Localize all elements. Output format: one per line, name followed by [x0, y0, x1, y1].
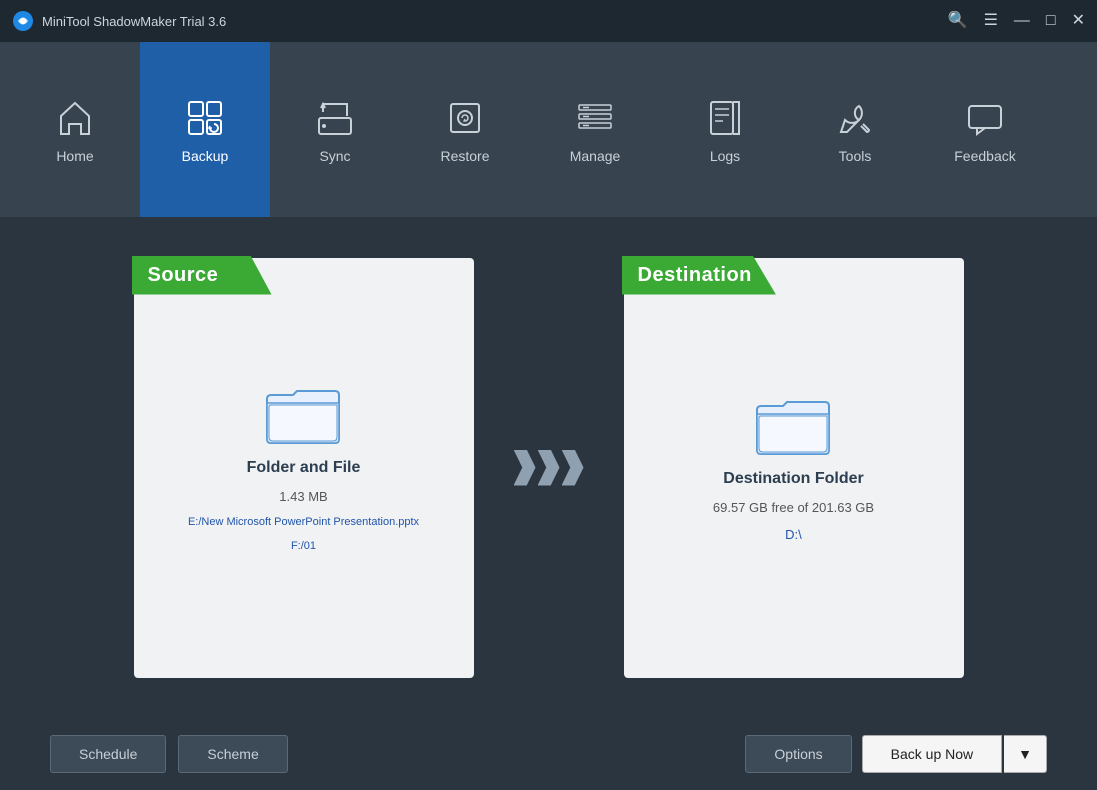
nav-label-sync: Sync — [319, 148, 350, 164]
source-path2: F:/01 — [291, 540, 316, 552]
backup-dropdown-button[interactable]: ▼ — [1004, 735, 1047, 773]
source-title: Folder and File — [247, 459, 361, 477]
title-bar: MiniTool ShadowMaker Trial 3.6 🔍 ☰ — □ ✕ — [0, 0, 1097, 42]
backup-now-button[interactable]: Back up Now — [862, 735, 1002, 773]
forward-arrow — [514, 450, 584, 486]
source-body: Folder and File 1.43 MB E:/New Microsoft… — [168, 363, 439, 572]
options-button[interactable]: Options — [745, 735, 851, 773]
destination-header: Destination — [622, 256, 776, 295]
source-folder-icon — [263, 383, 343, 447]
nav-item-backup[interactable]: Backup — [140, 42, 270, 217]
nav-item-sync[interactable]: Sync — [270, 42, 400, 217]
restore-icon — [443, 96, 487, 140]
nav-item-feedback[interactable]: Feedback — [920, 42, 1050, 217]
title-bar-left: MiniTool ShadowMaker Trial 3.6 — [12, 10, 226, 32]
nav-item-tools[interactable]: Tools — [790, 42, 920, 217]
source-path1: E:/New Microsoft PowerPoint Presentation… — [188, 516, 419, 528]
backup-icon — [183, 96, 227, 140]
destination-folder-icon — [753, 394, 833, 458]
maximize-button[interactable]: □ — [1046, 13, 1056, 29]
source-size: 1.43 MB — [279, 489, 327, 504]
nav-label-tools: Tools — [839, 148, 872, 164]
bottom-bar: Schedule Scheme Options Back up Now ▼ — [0, 718, 1097, 790]
logs-icon — [703, 96, 747, 140]
scheme-button[interactable]: Scheme — [178, 735, 287, 773]
backup-area: Source Folder and File 1.43 MB E:/New Mi… — [50, 237, 1047, 698]
nav-item-home[interactable]: Home — [10, 42, 140, 217]
bottom-right: Options Back up Now ▼ — [745, 735, 1047, 773]
destination-card[interactable]: Destination Destination Folder 69.57 GB … — [624, 258, 964, 678]
dropdown-arrow-icon: ▼ — [1018, 746, 1032, 762]
home-icon — [53, 96, 97, 140]
destination-title: Destination Folder — [723, 470, 863, 488]
destination-free: 69.57 GB free of 201.63 GB — [713, 500, 874, 515]
arrow-area — [514, 450, 584, 486]
feedback-icon — [963, 96, 1007, 140]
title-bar-controls: 🔍 ☰ — □ ✕ — [948, 13, 1085, 29]
nav-label-home: Home — [56, 148, 93, 164]
source-header: Source — [132, 256, 272, 295]
bottom-left: Schedule Scheme — [50, 735, 288, 773]
minimize-button[interactable]: — — [1014, 13, 1030, 29]
sync-icon — [313, 96, 357, 140]
nav-label-logs: Logs — [710, 148, 740, 164]
nav-bar: Home Backup Sync Restore — [0, 42, 1097, 217]
nav-label-backup: Backup — [182, 148, 229, 164]
app-title: MiniTool ShadowMaker Trial 3.6 — [42, 14, 226, 29]
tools-icon — [833, 96, 877, 140]
destination-drive: D:\ — [785, 527, 802, 542]
nav-item-restore[interactable]: Restore — [400, 42, 530, 217]
close-button[interactable]: ✕ — [1072, 13, 1085, 29]
nav-label-manage: Manage — [570, 148, 621, 164]
destination-body: Destination Folder 69.57 GB free of 201.… — [693, 374, 894, 562]
nav-item-manage[interactable]: Manage — [530, 42, 660, 217]
manage-icon — [573, 96, 617, 140]
schedule-button[interactable]: Schedule — [50, 735, 166, 773]
nav-item-logs[interactable]: Logs — [660, 42, 790, 217]
search-icon[interactable]: 🔍 — [948, 13, 968, 29]
source-card[interactable]: Source Folder and File 1.43 MB E:/New Mi… — [134, 258, 474, 678]
menu-icon[interactable]: ☰ — [984, 13, 998, 29]
nav-label-feedback: Feedback — [954, 148, 1015, 164]
app-logo — [12, 10, 34, 32]
main-content: Source Folder and File 1.43 MB E:/New Mi… — [0, 217, 1097, 718]
nav-label-restore: Restore — [440, 148, 489, 164]
